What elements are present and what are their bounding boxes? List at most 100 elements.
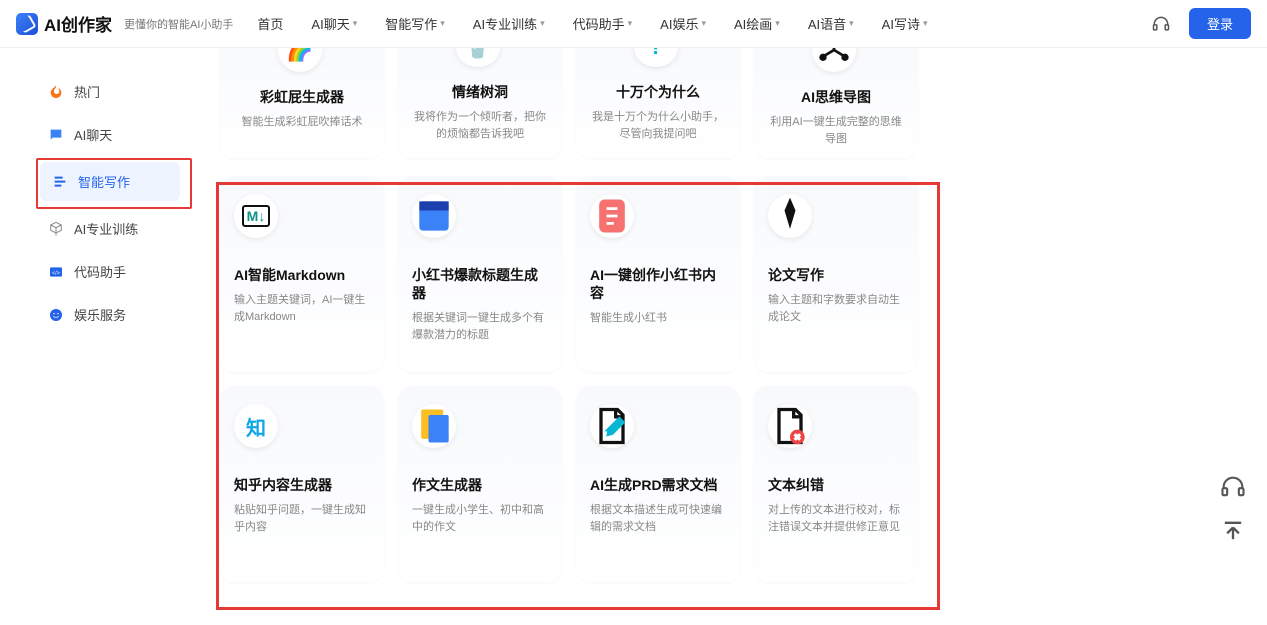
nav-label: AI语音 — [808, 14, 846, 33]
cube-icon — [48, 221, 64, 237]
mindmap-icon — [812, 48, 856, 72]
card-desc: 对上传的文本进行校对，标注错误文本并提供修正意见 — [768, 502, 904, 535]
nav-item-3[interactable]: AI专业训练▾ — [473, 14, 545, 33]
edit-icon — [52, 174, 68, 190]
nav-item-6[interactable]: AI绘画▾ — [734, 14, 780, 33]
tool-card[interactable]: 论文写作 输入主题和字数要求自动生成论文 — [754, 176, 918, 372]
fire-icon — [48, 84, 64, 100]
support-float-icon[interactable] — [1219, 473, 1247, 501]
note-icon — [590, 194, 634, 238]
nav-item-1[interactable]: AI聊天 ▾ — [311, 14, 357, 33]
logo-text: AI创作家 — [44, 11, 112, 36]
sidebar-item-edit[interactable]: 智能写作 — [40, 162, 180, 201]
smile-icon — [48, 307, 64, 323]
sidebar-item-label: AI专业训练 — [74, 219, 138, 238]
card-title: 知乎内容生成器 — [234, 476, 370, 494]
card-desc: 智能生成彩虹屁吹捧话术 — [234, 114, 370, 131]
tool-card[interactable]: 作文生成器 一键生成小学生、初中和高中的作文 — [398, 386, 562, 582]
nav-label: 代码助手 — [573, 14, 625, 33]
card-desc: 智能生成小红书 — [590, 310, 726, 327]
tagline: 更懂你的智能AI小助手 — [124, 16, 233, 32]
card-desc: 粘贴知乎问题，一键生成知乎内容 — [234, 502, 370, 535]
tool-card[interactable]: AI一键创作小红书内容 智能生成小红书 — [576, 176, 740, 372]
nav-item-5[interactable]: AI娱乐▾ — [660, 14, 706, 33]
logo[interactable]: AI创作家 — [16, 11, 112, 36]
nav-label: 首页 — [257, 14, 283, 33]
tool-card[interactable]: ? 十万个为什么 我是十万个为什么小助手，尽管向我提问吧 — [576, 48, 740, 158]
pencil-icon — [590, 404, 634, 448]
nav-item-8[interactable]: AI写诗▾ — [882, 14, 928, 33]
nav-label: AI聊天 — [311, 14, 349, 33]
chevron-down-icon: ▾ — [440, 18, 445, 29]
card-title: AI智能Markdown — [234, 266, 370, 284]
card-title: AI一键创作小红书内容 — [590, 266, 726, 302]
card-title: 小红书爆款标题生成器 — [412, 266, 548, 302]
top-nav: 首页AI聊天▾智能写作▾AI专业训练▾代码助手▾AI娱乐▾AI绘画▾AI语音▾A… — [257, 14, 1151, 33]
header: AI创作家 更懂你的智能AI小助手 首页AI聊天▾智能写作▾AI专业训练▾代码助… — [0, 0, 1267, 48]
chat-icon — [48, 127, 64, 143]
tool-card[interactable]: AI生成PRD需求文档 根据文本描述生成可快速编辑的需求文档 — [576, 386, 740, 582]
card-title: 十万个为什么 — [590, 83, 726, 101]
sidebar-item-label: 代码助手 — [74, 262, 126, 281]
chevron-down-icon: ▾ — [353, 18, 358, 29]
nav-label: AI娱乐 — [660, 14, 698, 33]
nav-item-2[interactable]: 智能写作▾ — [385, 14, 445, 33]
tool-card[interactable]: 🌈 彩虹屁生成器 智能生成彩虹屁吹捧话术 — [220, 48, 384, 158]
nav-item-4[interactable]: 代码助手▾ — [573, 14, 633, 33]
card-title: 彩虹屁生成器 — [234, 88, 370, 106]
card-desc: 根据关键词一键生成多个有爆款潜力的标题 — [412, 310, 548, 343]
logo-icon — [16, 13, 38, 35]
card-desc: 我将作为一个倾听者，把你的烦恼都告诉我吧 — [412, 109, 548, 142]
content-area: 🌈 彩虹屁生成器 智能生成彩虹屁吹捧话术🥤 情绪树洞 我将作为一个倾听者，把你的… — [210, 48, 1267, 625]
nav-item-0[interactable]: 首页 — [257, 14, 283, 33]
doc-x-icon — [768, 404, 812, 448]
cup-icon: 🥤 — [456, 48, 500, 67]
chevron-down-icon: ▾ — [775, 18, 780, 29]
back-to-top-icon[interactable] — [1219, 517, 1247, 545]
card-desc: 输入主题和字数要求自动生成论文 — [768, 292, 904, 325]
doc-icon — [412, 404, 456, 448]
nav-label: 智能写作 — [385, 14, 437, 33]
card-title: AI生成PRD需求文档 — [590, 476, 726, 494]
sidebar-item-smile[interactable]: 娱乐服务 — [36, 295, 176, 334]
tool-card[interactable]: 文本纠错 对上传的文本进行校对，标注错误文本并提供修正意见 — [754, 386, 918, 582]
svg-text:</>: </> — [52, 270, 60, 276]
chevron-down-icon: ▾ — [628, 18, 633, 29]
nav-label: AI绘画 — [734, 14, 772, 33]
nav-item-7[interactable]: AI语音▾ — [808, 14, 854, 33]
card-title: 作文生成器 — [412, 476, 548, 494]
question-icon: ? — [634, 48, 678, 67]
sidebar: 热门 AI聊天智能写作 AI专业训练 </> 代码助手娱乐服务 — [0, 48, 210, 625]
sidebar-item-fire[interactable]: 热门 — [36, 72, 176, 111]
window-icon — [412, 194, 456, 238]
code-icon: </> — [48, 264, 64, 280]
tool-card[interactable]: M↓ AI智能Markdown 输入主题关键词，AI一键生成Markdown — [220, 176, 384, 372]
sidebar-item-code[interactable]: </> 代码助手 — [36, 252, 176, 291]
chevron-down-icon: ▾ — [923, 18, 928, 29]
tool-card[interactable]: AI思维导图 利用AI一键生成完整的思维导图 — [754, 48, 918, 158]
card-desc: 输入主题关键词，AI一键生成Markdown — [234, 292, 370, 325]
card-desc: 我是十万个为什么小助手，尽管向我提问吧 — [590, 109, 726, 142]
card-desc: 利用AI一键生成完整的思维导图 — [768, 114, 904, 147]
nav-label: AI专业训练 — [473, 14, 537, 33]
tool-card[interactable]: 🥤 情绪树洞 我将作为一个倾听者，把你的烦恼都告诉我吧 — [398, 48, 562, 158]
sidebar-item-label: 热门 — [74, 82, 100, 101]
sidebar-item-label: 娱乐服务 — [74, 305, 126, 324]
pen-icon — [768, 194, 812, 238]
zhi-icon: 知 — [234, 404, 278, 448]
card-title: 论文写作 — [768, 266, 904, 284]
nav-label: AI写诗 — [882, 14, 920, 33]
card-title: 情绪树洞 — [412, 83, 548, 101]
tool-card[interactable]: 知 知乎内容生成器 粘贴知乎问题，一键生成知乎内容 — [220, 386, 384, 582]
card-desc: 一键生成小学生、初中和高中的作文 — [412, 502, 548, 535]
sidebar-item-label: 智能写作 — [78, 172, 130, 191]
card-desc: 根据文本描述生成可快速编辑的需求文档 — [590, 502, 726, 535]
sidebar-item-cube[interactable]: AI专业训练 — [36, 209, 176, 248]
login-button[interactable]: 登录 — [1189, 8, 1251, 39]
sidebar-item-chat[interactable]: AI聊天 — [36, 115, 176, 154]
tool-card[interactable]: 小红书爆款标题生成器 根据关键词一键生成多个有爆款潜力的标题 — [398, 176, 562, 372]
sidebar-item-label: AI聊天 — [74, 125, 112, 144]
support-icon[interactable] — [1151, 14, 1171, 34]
chevron-down-icon: ▾ — [849, 18, 854, 29]
chevron-down-icon: ▾ — [540, 18, 545, 29]
